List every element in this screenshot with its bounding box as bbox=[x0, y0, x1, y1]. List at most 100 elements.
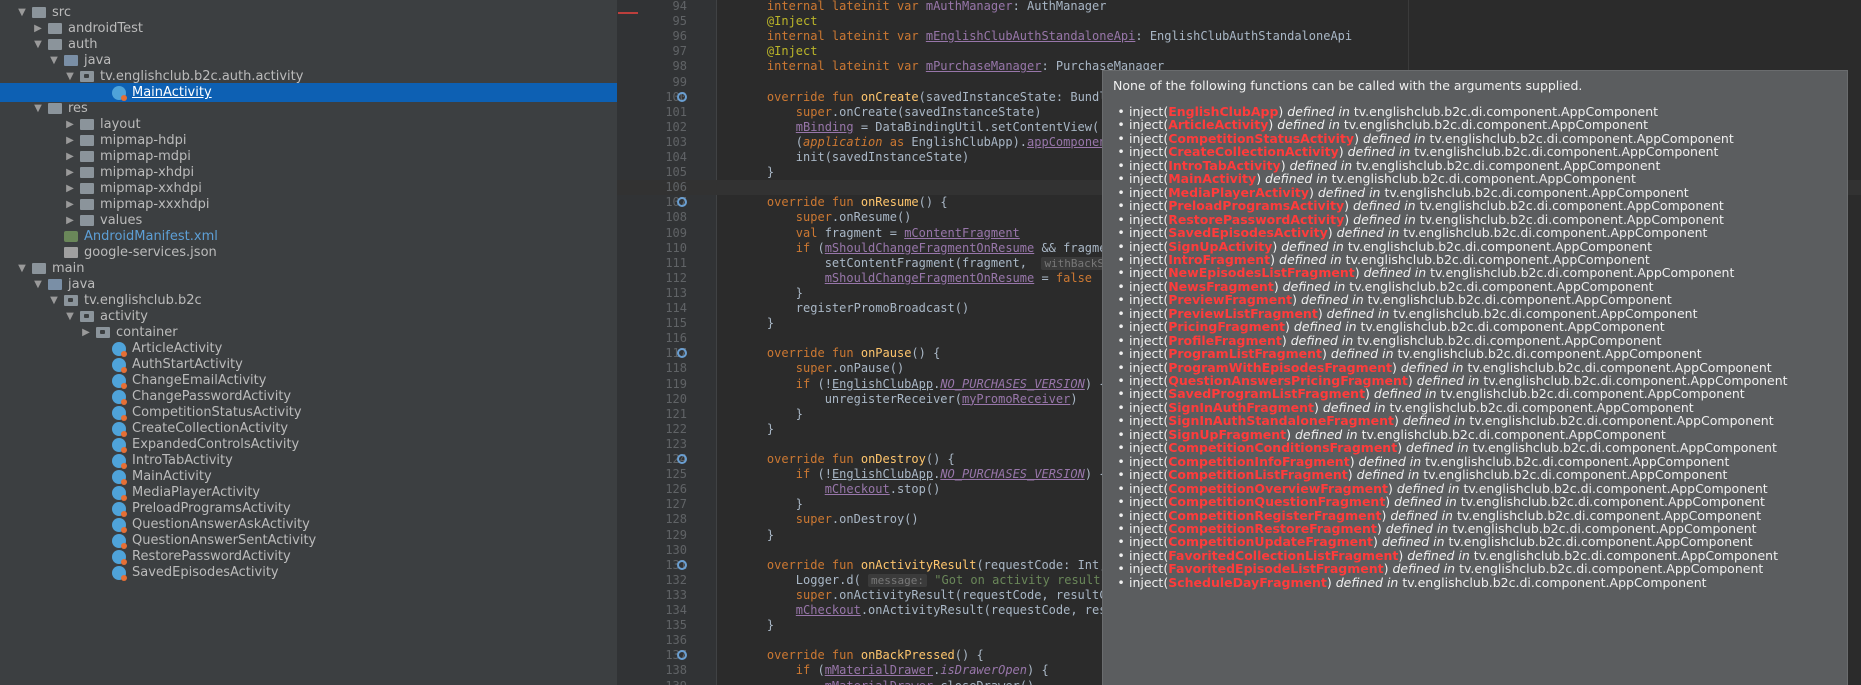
line-number: 136 bbox=[665, 633, 687, 648]
code-text: mShouldChangeFragmentOnResume = false bbox=[824, 270, 1093, 285]
code-text: Logger.d( message: "Got on activity resu… bbox=[738, 572, 1152, 587]
line-number: 111 bbox=[665, 255, 687, 270]
folder-icon bbox=[80, 135, 94, 146]
source-folder-icon bbox=[64, 55, 78, 66]
overload-component: tv.englishclub.b2c.di.component.AppCompo… bbox=[1398, 574, 1707, 590]
line-number: 108 bbox=[665, 210, 687, 225]
code-text: internal lateinit var mAuthManager: Auth… bbox=[766, 0, 1107, 13]
line-number: 138 bbox=[665, 663, 687, 678]
package-icon bbox=[96, 327, 110, 338]
code-text: internal lateinit var mEnglishClubAuthSt… bbox=[766, 29, 1353, 44]
popup-title: None of the following functions can be c… bbox=[1113, 78, 1583, 93]
line-number: 135 bbox=[665, 618, 687, 633]
code-text: } bbox=[738, 165, 775, 180]
code-text: val fragment = mContentFragment bbox=[795, 225, 1020, 240]
overload-arg: ScheduleDayFragment bbox=[1168, 574, 1327, 590]
line-number: 94 bbox=[672, 0, 687, 13]
code-text: override fun onPause() { bbox=[766, 346, 941, 361]
folder-icon bbox=[48, 23, 62, 34]
line-number: 105 bbox=[665, 165, 687, 180]
code-line[interactable]: 97 @Inject bbox=[617, 44, 1861, 59]
code-line[interactable]: 96 internal lateinit var mEnglishClubAut… bbox=[617, 29, 1861, 44]
code-text: if (mShouldChangeFragmentOnResume && fra… bbox=[795, 240, 1143, 255]
kotlin-class-icon bbox=[112, 566, 127, 581]
code-text: @Inject bbox=[766, 14, 818, 29]
line-number: 115 bbox=[665, 316, 687, 331]
folder-icon bbox=[80, 119, 94, 130]
folder-icon bbox=[48, 39, 62, 50]
code-text: override fun onBackPressed() { bbox=[766, 648, 984, 663]
line-number: 133 bbox=[665, 587, 687, 602]
folder-icon bbox=[80, 167, 94, 178]
code-text: } bbox=[738, 497, 804, 512]
folder-icon bbox=[80, 183, 94, 194]
line-number: 97 bbox=[672, 44, 687, 59]
code-text: setContentFragment(fragment, withBackSta… bbox=[738, 256, 1162, 271]
code-text: } bbox=[738, 285, 804, 300]
line-number: 113 bbox=[665, 285, 687, 300]
overload-item: • inject(ScheduleDayFragment) defined in … bbox=[1113, 574, 1707, 591]
code-text: if (!EnglishClubApp.NO_PURCHASES_VERSION… bbox=[795, 467, 1107, 482]
line-number: 121 bbox=[665, 406, 687, 421]
line-number: 116 bbox=[665, 331, 687, 346]
folder-icon bbox=[32, 7, 46, 18]
code-text: (application as EnglishClubApp).appCompo… bbox=[738, 134, 1143, 149]
line-number: 129 bbox=[665, 527, 687, 542]
line-number: 130 bbox=[665, 542, 687, 557]
json-file-icon bbox=[64, 247, 78, 258]
code-text: mCheckout.stop() bbox=[824, 482, 941, 497]
package-icon bbox=[64, 295, 78, 306]
code-text: if (mMaterialDrawer.isDrawerOpen) { bbox=[795, 663, 1049, 678]
line-number: 101 bbox=[665, 104, 687, 119]
kotlin-class-icon bbox=[112, 454, 127, 469]
code-text: mMaterialDrawer.closeDrawer() bbox=[738, 679, 1035, 685]
code-text: super.onResume() bbox=[795, 210, 912, 225]
code-text: super.onActivityResult(requestCode, resu… bbox=[795, 587, 1136, 602]
kotlin-class-icon bbox=[112, 86, 127, 101]
line-number: 134 bbox=[665, 603, 687, 617]
code-text: super.onDestroy() bbox=[795, 512, 919, 527]
kotlin-class-icon bbox=[112, 534, 127, 549]
code-text: super.onPause() bbox=[795, 361, 905, 376]
tree-item[interactable]: SavedEpisodesActivity bbox=[0, 563, 617, 582]
code-line[interactable]: 95 @Inject bbox=[617, 14, 1861, 29]
code-text: internal lateinit var mPurchaseManager: … bbox=[766, 59, 1165, 74]
package-icon bbox=[80, 311, 94, 322]
line-number: 120 bbox=[665, 391, 687, 406]
line-number: 122 bbox=[665, 421, 687, 436]
override-method-icon[interactable] bbox=[677, 91, 687, 102]
line-number: 139 bbox=[657, 679, 687, 685]
line-number: 114 bbox=[665, 301, 687, 315]
line-number: 110 bbox=[665, 240, 687, 255]
line-number: 109 bbox=[665, 225, 687, 240]
kotlin-class-icon bbox=[112, 342, 127, 357]
kotlin-class-icon bbox=[112, 406, 127, 421]
line-number: 99 bbox=[672, 74, 687, 89]
line-number: 118 bbox=[665, 361, 687, 376]
line-number: 127 bbox=[665, 497, 687, 512]
code-text: } bbox=[738, 527, 775, 542]
kotlin-class-icon bbox=[112, 518, 127, 533]
override-method-icon[interactable] bbox=[677, 454, 687, 464]
kotlin-class-icon bbox=[112, 550, 127, 565]
kotlin-class-icon bbox=[112, 422, 127, 437]
bullet-icon: • bbox=[1117, 574, 1125, 590]
kotlin-class-icon bbox=[112, 502, 127, 517]
folder-icon bbox=[48, 103, 62, 114]
error-tooltip-popup: None of the following functions can be c… bbox=[1102, 70, 1848, 685]
code-line[interactable]: 94 internal lateinit var mAuthManager: A… bbox=[617, 0, 1861, 14]
override-method-icon[interactable] bbox=[677, 559, 687, 570]
code-text: } bbox=[738, 421, 775, 436]
code-text: override fun onActivityResult(requestCod… bbox=[766, 557, 1143, 572]
code-text: if (!EnglishClubApp.NO_PURCHASES_VERSION… bbox=[795, 376, 1107, 391]
folder-icon bbox=[80, 151, 94, 162]
manifest-icon bbox=[64, 231, 78, 242]
code-text: unregisterReceiver(myPromoReceiver) bbox=[738, 391, 1078, 406]
code-text: @Inject bbox=[766, 44, 818, 59]
folder-icon bbox=[80, 199, 94, 210]
overload-fn: inject( bbox=[1129, 574, 1169, 590]
line-number: 103 bbox=[665, 134, 687, 149]
line-number: 132 bbox=[665, 572, 687, 587]
line-number: 96 bbox=[672, 29, 687, 44]
line-number: 126 bbox=[665, 482, 687, 497]
